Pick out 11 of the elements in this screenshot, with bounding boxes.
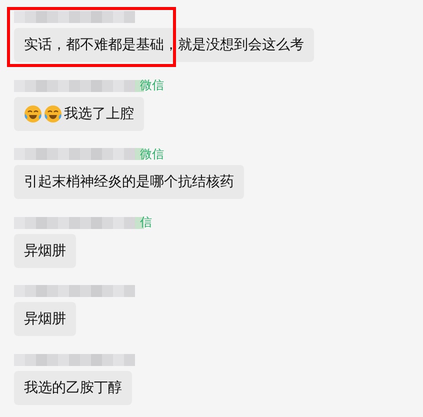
message-bubble: 我选了上腔: [14, 96, 144, 130]
sender-name: 微信: [140, 146, 164, 162]
laughing-crying-emoji-icon: [44, 104, 62, 122]
message-bubble: 异烟肼: [14, 302, 76, 336]
sender-name: 微信: [140, 77, 164, 94]
message-bubble: 实话，都不难都是基础，就是没想到会这么考: [14, 28, 314, 62]
laughing-crying-emoji-icon: [24, 104, 42, 122]
message-bubble: 异烟肼: [14, 234, 76, 268]
message-bubble: 引起末梢神经炎的是哪个抗结核药: [14, 165, 244, 199]
sender-name: 信: [140, 214, 152, 231]
message-bubble: 我选的乙胺丁醇: [14, 370, 132, 404]
